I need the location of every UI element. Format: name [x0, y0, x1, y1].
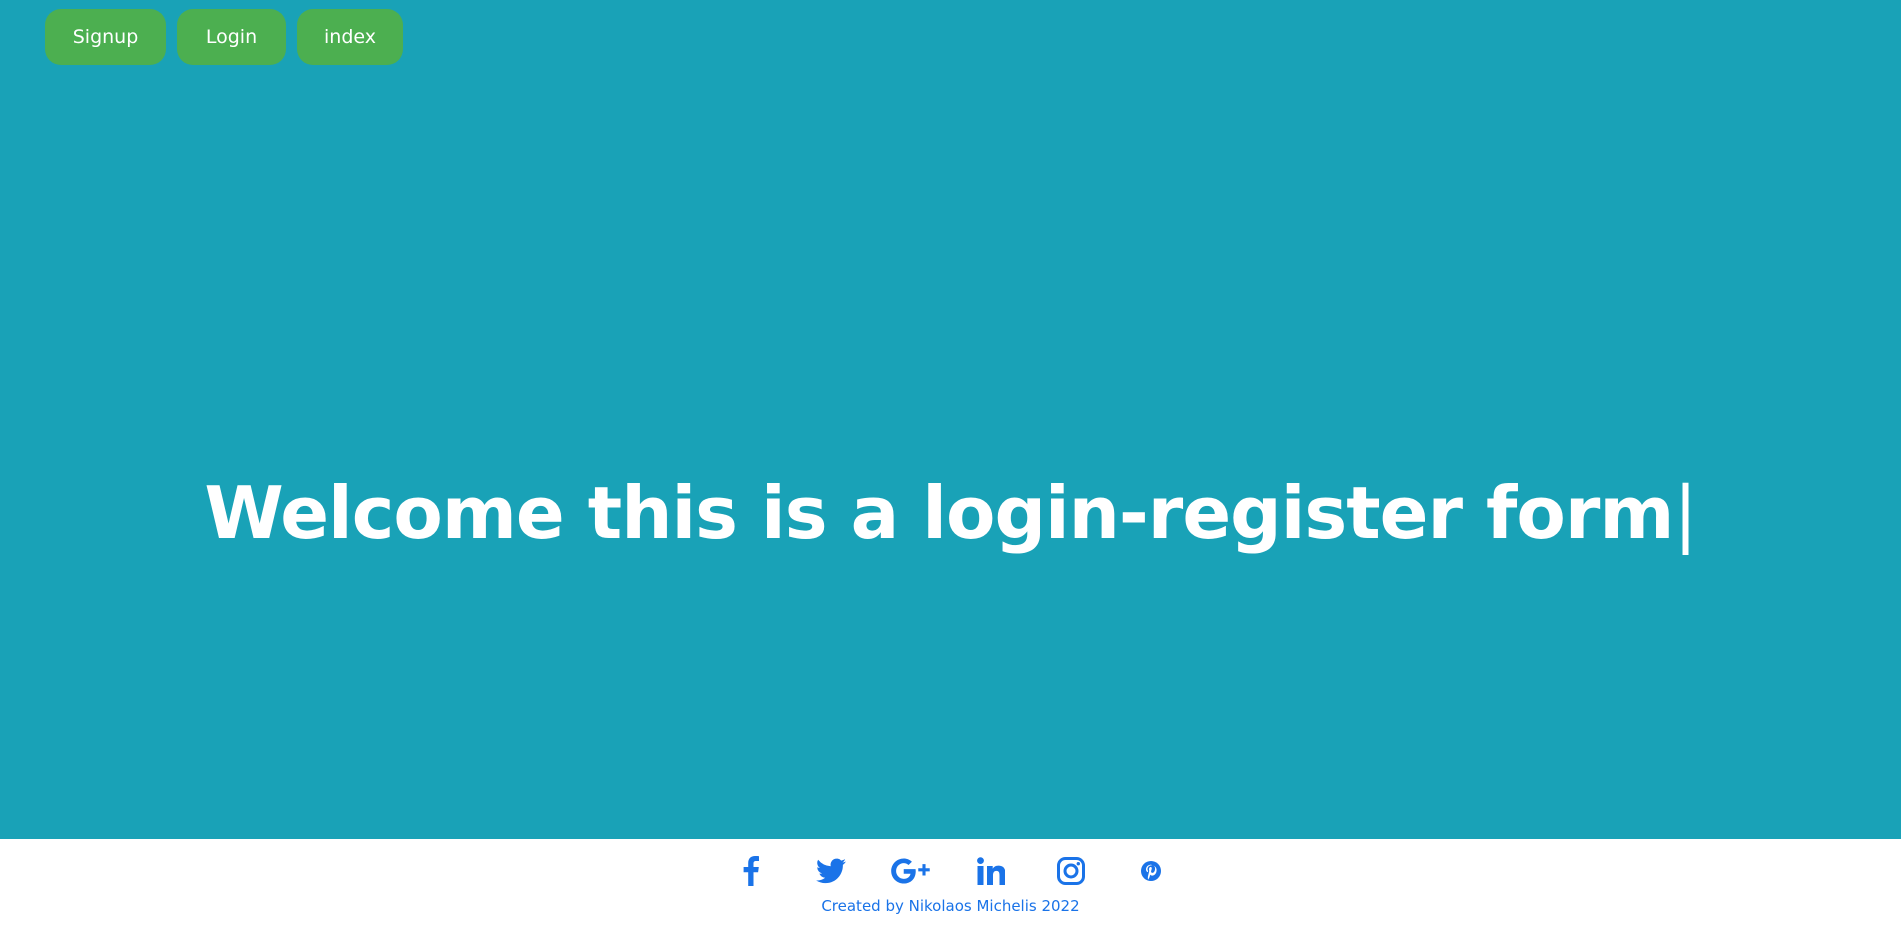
hero-section: Signup Login index Welcome this is a log… [0, 0, 1901, 839]
instagram-icon[interactable] [1051, 851, 1091, 891]
twitter-icon[interactable] [811, 851, 851, 891]
google-plus-icon[interactable] [890, 851, 931, 891]
facebook-icon[interactable] [731, 851, 771, 891]
login-button[interactable]: Login [177, 9, 286, 65]
hero-headline: Welcome this is a login-register form| [0, 470, 1901, 556]
social-links [0, 851, 1901, 891]
pinterest-icon[interactable] [1131, 851, 1171, 891]
top-nav: Signup Login index [45, 9, 403, 65]
signup-button[interactable]: Signup [45, 9, 166, 65]
typing-caret: | [1673, 471, 1697, 555]
footer: Created by Nikolaos Michelis 2022 [0, 839, 1901, 933]
headline-text: Welcome this is a login-register form [204, 471, 1674, 555]
index-button[interactable]: index [297, 9, 403, 65]
linkedin-icon[interactable] [971, 851, 1011, 891]
footer-credit: Created by Nikolaos Michelis 2022 [821, 897, 1080, 915]
